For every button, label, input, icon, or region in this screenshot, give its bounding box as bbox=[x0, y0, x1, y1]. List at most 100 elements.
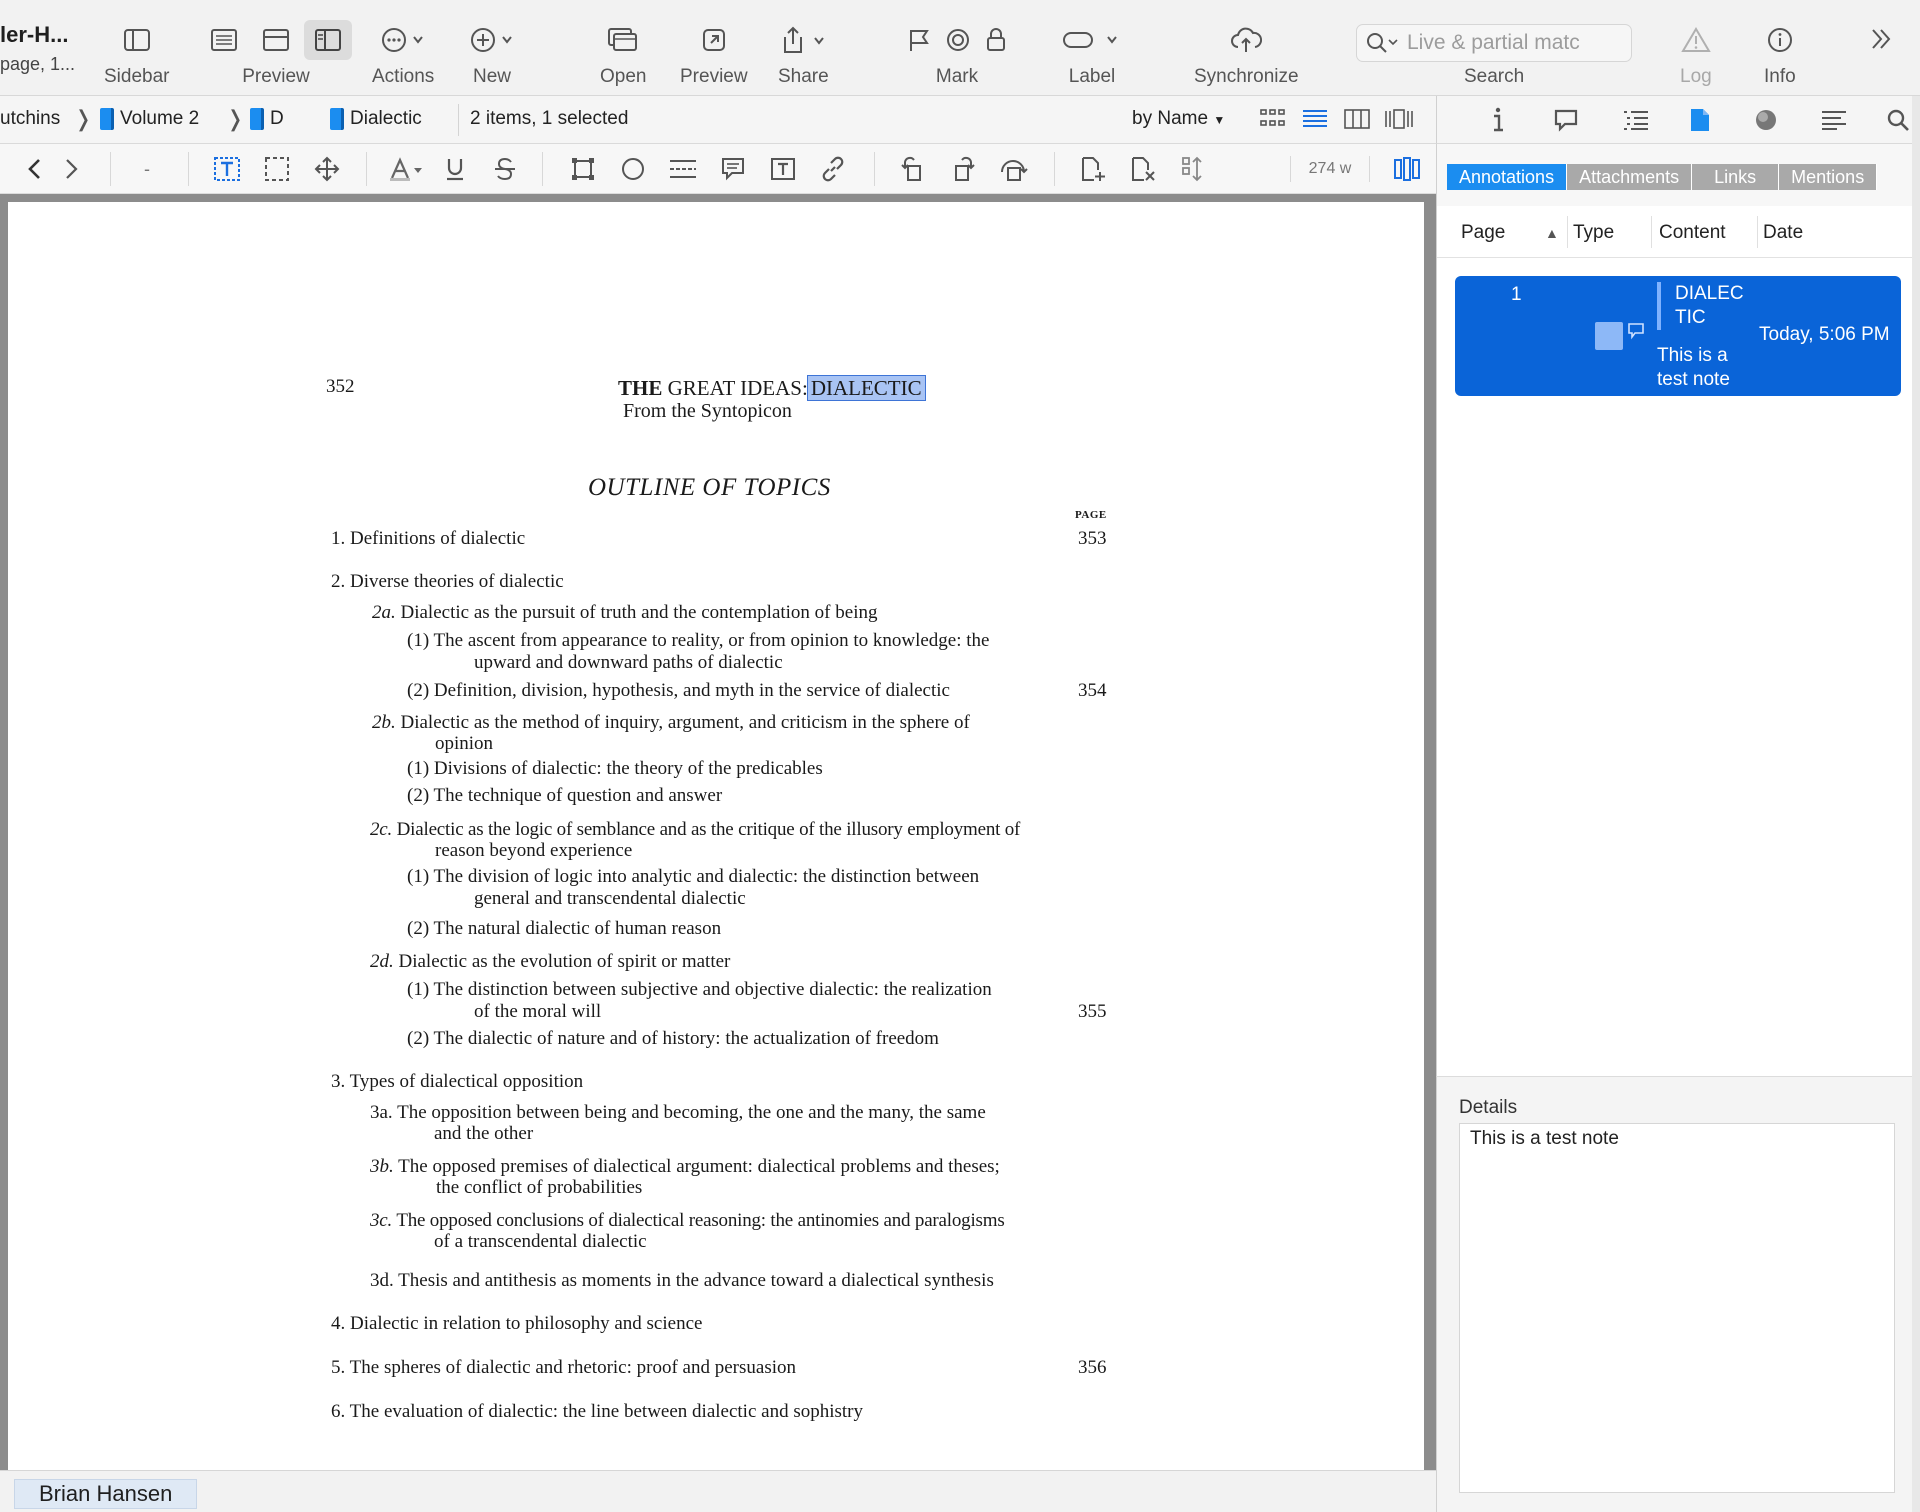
topic-number: 2d. bbox=[370, 951, 394, 972]
highlight-marker bbox=[1657, 282, 1661, 330]
flag-icon[interactable] bbox=[908, 28, 930, 52]
side-preview-icon[interactable] bbox=[304, 20, 352, 60]
highlight-color-swatch bbox=[1595, 322, 1623, 350]
search-input[interactable]: Live & partial matc bbox=[1356, 24, 1632, 62]
rotate-left-icon[interactable] bbox=[898, 155, 928, 183]
toc-list-icon[interactable] bbox=[1621, 106, 1651, 134]
rotate-right-icon[interactable] bbox=[948, 155, 978, 183]
new-button[interactable]: New bbox=[470, 20, 514, 88]
underline-tool-icon[interactable] bbox=[440, 155, 470, 183]
rotate-page-icon[interactable] bbox=[998, 155, 1028, 183]
tab-attachments[interactable]: Attachments bbox=[1567, 164, 1693, 190]
toolbar-overflow-button[interactable] bbox=[1868, 26, 1894, 58]
topic-line: the conflict of probabilities bbox=[436, 1177, 643, 1198]
split-pages-icon[interactable] bbox=[1178, 155, 1208, 183]
ellipsis-circle-icon bbox=[382, 28, 423, 52]
app-window: ler-H... page, 1... Sidebar Preview Acti… bbox=[0, 0, 1920, 1512]
layout-columns-icon[interactable] bbox=[1392, 155, 1422, 183]
unread-circle-icon[interactable] bbox=[946, 28, 970, 52]
top-preview-icon[interactable] bbox=[252, 20, 300, 60]
sidebar-label: Sidebar bbox=[104, 66, 170, 87]
group-icon bbox=[250, 108, 264, 130]
column-header-type[interactable]: Type bbox=[1573, 222, 1614, 244]
info-label: Info bbox=[1764, 66, 1796, 87]
plus-circle-icon bbox=[471, 28, 512, 52]
external-preview-button[interactable]: Preview bbox=[680, 20, 748, 88]
sort-ascending-icon[interactable]: ▲ bbox=[1545, 225, 1559, 241]
column-header-content[interactable]: Content bbox=[1659, 222, 1726, 244]
synchronize-button[interactable]: Synchronize bbox=[1194, 20, 1299, 88]
path-bar: utchins ❭ Volume 2 ❭ D Dialectic 2 items… bbox=[0, 96, 1436, 144]
highlighted-annotation[interactable]: DIALECTIC bbox=[806, 375, 926, 401]
text-box-tool-icon[interactable] bbox=[768, 155, 798, 183]
cloud-sync-icon bbox=[1231, 27, 1263, 52]
topic-line: (2) The technique of question and answer bbox=[407, 785, 723, 806]
highlight-tool-icon[interactable] bbox=[388, 155, 428, 183]
move-tool-icon[interactable] bbox=[312, 155, 342, 183]
link-tool-icon[interactable] bbox=[818, 155, 848, 183]
actions-button[interactable]: Actions bbox=[372, 20, 434, 88]
inspector-search-icon[interactable] bbox=[1883, 106, 1913, 134]
column-header-date[interactable]: Date bbox=[1763, 222, 1803, 244]
log-label: Log bbox=[1680, 66, 1712, 87]
list-view-icon[interactable] bbox=[1300, 106, 1330, 132]
icon-view-icon[interactable] bbox=[1258, 106, 1288, 132]
mark-control[interactable]: Mark bbox=[908, 20, 1006, 88]
topic-line: (2) The dialectic of nature and of histo… bbox=[407, 1028, 939, 1049]
insert-page-icon[interactable] bbox=[1078, 155, 1108, 183]
current-group[interactable]: Dialectic bbox=[330, 108, 422, 130]
column-separator bbox=[1567, 216, 1568, 248]
breadcrumb-volume[interactable]: Volume 2 bbox=[100, 108, 199, 130]
page-ref: 356 bbox=[1078, 1357, 1107, 1378]
view-mode-control bbox=[1258, 106, 1414, 132]
document-viewer[interactable]: 352 THE GREAT IDEAS: DIALECTIC From the S… bbox=[0, 194, 1436, 1470]
topic-line: (2) The natural dialectic of human reaso… bbox=[407, 918, 722, 939]
text-tool-icon[interactable] bbox=[212, 155, 242, 183]
tab-annotations[interactable]: Annotations bbox=[1447, 164, 1568, 190]
breadcrumb-group[interactable]: D bbox=[250, 108, 284, 130]
lines-tool-icon[interactable] bbox=[668, 155, 698, 183]
breadcrumb-root[interactable]: utchins bbox=[0, 108, 60, 130]
share-button[interactable]: Share bbox=[778, 20, 829, 88]
user-tag[interactable]: Brian Hansen bbox=[14, 1479, 198, 1509]
log-button[interactable]: Log bbox=[1680, 20, 1712, 88]
document-icon[interactable] bbox=[1685, 106, 1715, 134]
zoom-out-button[interactable]: - bbox=[132, 155, 162, 183]
rectangle-tool-icon[interactable] bbox=[568, 155, 598, 183]
column-view-icon[interactable] bbox=[1342, 106, 1372, 132]
forward-chevron-icon[interactable] bbox=[56, 155, 86, 183]
details-text-field[interactable]: This is a test note bbox=[1459, 1123, 1895, 1493]
list-preview-icon[interactable] bbox=[200, 20, 248, 60]
lock-icon[interactable] bbox=[986, 28, 1006, 52]
cover-flow-icon[interactable] bbox=[1384, 106, 1414, 132]
actions-label: Actions bbox=[372, 66, 435, 87]
current-group-label: Dialectic bbox=[350, 108, 422, 129]
open-button[interactable]: Open bbox=[600, 20, 646, 88]
concordance-circle-icon[interactable] bbox=[1751, 106, 1781, 134]
sort-label: by Name bbox=[1132, 108, 1209, 129]
annotation-note-text: This is a test note bbox=[1657, 345, 1730, 390]
annotation-row-selected[interactable]: 1 DIALECTIC This is a test note Today, 5… bbox=[1455, 276, 1901, 396]
note-tool-icon[interactable] bbox=[718, 155, 748, 183]
pdf-page[interactable]: 352 THE GREAT IDEAS: DIALECTIC From the S… bbox=[8, 202, 1424, 1470]
info-button[interactable]: Info bbox=[1764, 20, 1796, 88]
info-i-icon[interactable] bbox=[1483, 106, 1513, 134]
back-chevron-icon[interactable] bbox=[20, 155, 50, 183]
selection-tool-icon[interactable] bbox=[262, 155, 292, 183]
topic-line: 3a. The opposition between being and bec… bbox=[370, 1102, 986, 1123]
sidebar-button[interactable]: Sidebar bbox=[104, 20, 170, 88]
tab-mentions[interactable]: Mentions bbox=[1779, 164, 1878, 190]
status-bar: Brian Hansen bbox=[0, 1470, 1436, 1512]
divider bbox=[1054, 152, 1055, 186]
tab-links[interactable]: Links bbox=[1692, 164, 1780, 190]
text-lines-icon[interactable] bbox=[1819, 106, 1849, 134]
annotations-bubble-icon[interactable] bbox=[1551, 106, 1581, 134]
label-button[interactable]: Label bbox=[1062, 20, 1122, 88]
sort-menu[interactable]: by Name ▼ bbox=[1132, 108, 1225, 130]
column-header-page[interactable]: Page bbox=[1461, 222, 1505, 244]
strikethrough-tool-icon[interactable] bbox=[490, 155, 520, 183]
topic-line: 6. The evaluation of dialectic: the line… bbox=[331, 1401, 863, 1422]
delete-page-icon[interactable] bbox=[1128, 155, 1158, 183]
oval-tool-icon[interactable] bbox=[618, 155, 648, 183]
preview-mode-control[interactable]: Preview bbox=[200, 20, 352, 88]
